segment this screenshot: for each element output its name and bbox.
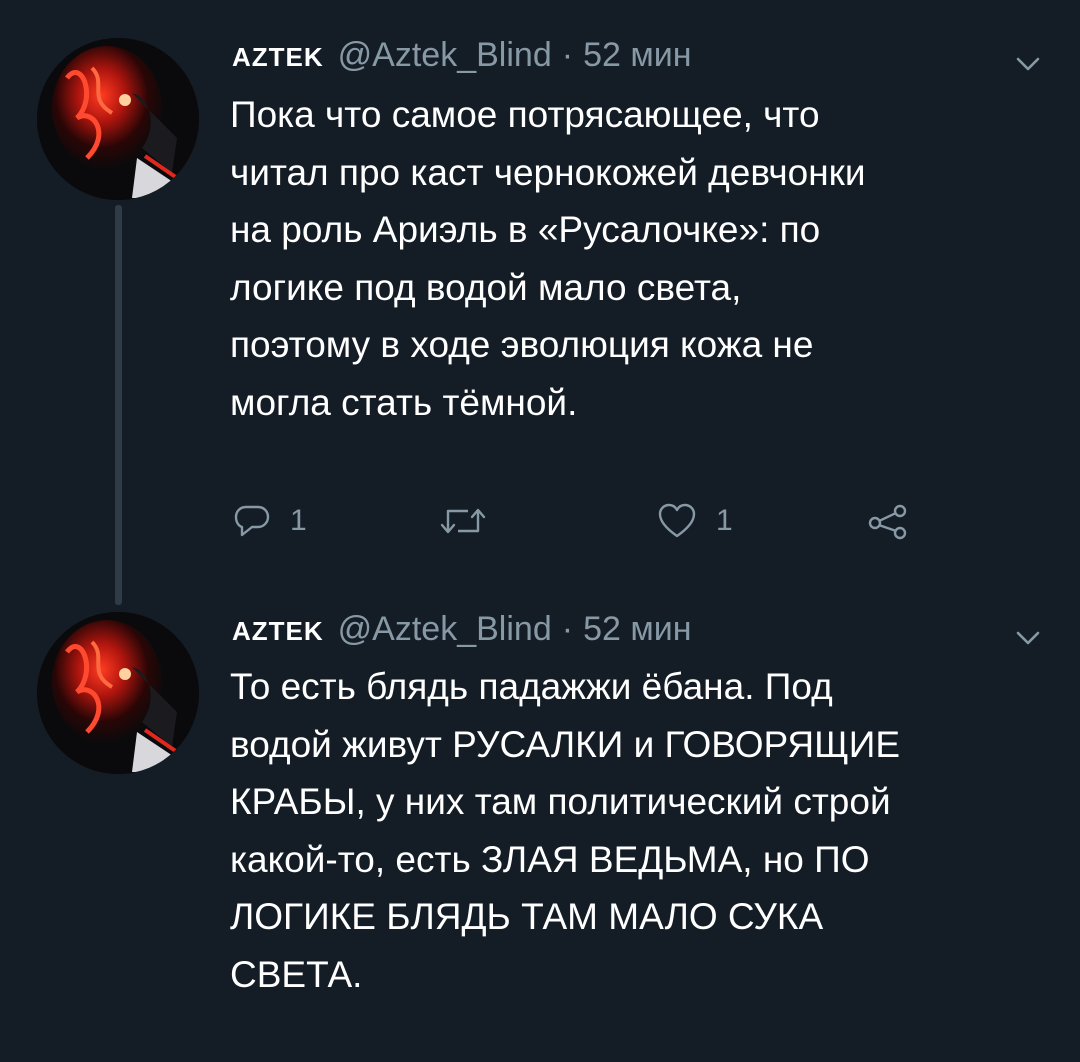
tweet-actions: 1 1 (232, 496, 932, 546)
tweet[interactable]: AZTEK @Aztek_Blind · 52 мин То есть бляд… (0, 590, 1080, 1062)
separator: · (561, 36, 574, 74)
tweet-text: Пока что самое потрясающее, что читал пр… (230, 94, 866, 423)
tweet-header: AZTEK @Aztek_Blind · 52 мин (232, 36, 691, 86)
chevron-down-icon[interactable] (1016, 630, 1040, 646)
reply-button[interactable]: 1 (232, 496, 307, 546)
avatar[interactable] (37, 612, 199, 774)
display-name[interactable]: AZTEK (232, 616, 324, 647)
timeline: AZTEK @Aztek_Blind · 52 мин Пока что сам… (0, 0, 1080, 1062)
timestamp[interactable]: 52 мин (583, 36, 691, 75)
display-name[interactable]: AZTEK (232, 42, 324, 73)
share-icon (866, 501, 910, 541)
timestamp[interactable]: 52 мин (583, 610, 691, 649)
tweet[interactable]: AZTEK @Aztek_Blind · 52 мин Пока что сам… (0, 0, 1080, 605)
like-icon (656, 501, 698, 541)
retweet-icon (438, 501, 488, 541)
user-handle[interactable]: @Aztek_Blind (338, 36, 552, 75)
like-count: 1 (716, 504, 733, 537)
retweet-button[interactable] (438, 496, 488, 546)
like-button[interactable]: 1 (656, 496, 733, 546)
thread-line (115, 205, 122, 605)
avatar[interactable] (37, 38, 199, 200)
tweet-header: AZTEK @Aztek_Blind · 52 мин (232, 610, 691, 660)
separator: · (561, 610, 574, 648)
user-handle[interactable]: @Aztek_Blind (338, 610, 552, 649)
reply-count: 1 (290, 504, 307, 537)
tweet-text: То есть блядь падажжи ёбана. Под водой ж… (230, 666, 901, 995)
chevron-down-icon[interactable] (1016, 56, 1040, 72)
reply-icon (232, 501, 272, 541)
share-button[interactable] (866, 496, 910, 546)
